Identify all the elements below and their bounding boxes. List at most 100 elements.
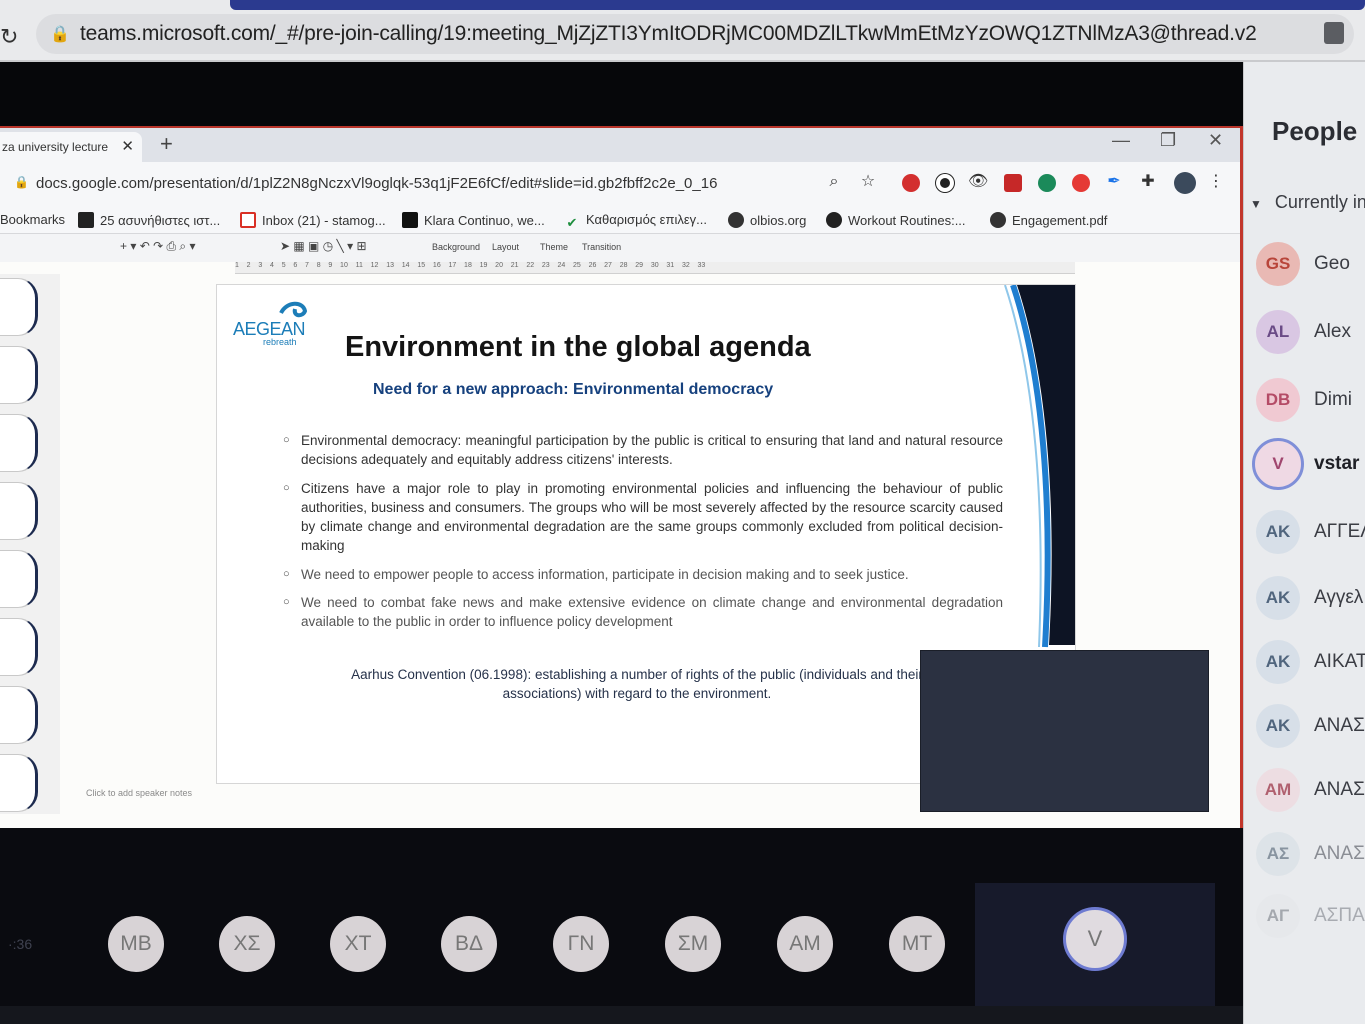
teams-browser-topbar: ↻ 🔒 teams.microsoft.com/_#/pre-join-call… xyxy=(0,0,1365,62)
close-tab-icon[interactable]: ✕ xyxy=(121,137,134,155)
slide-bullet: Environmental democracy: meaningful part… xyxy=(283,431,1003,469)
slide-thumbnail[interactable] xyxy=(0,346,38,404)
speaker-notes-hint[interactable]: Click to add speaker notes xyxy=(86,788,192,798)
participant-row[interactable]: AK ΑΙΚΑΤ xyxy=(1256,640,1365,686)
participant-row[interactable]: AL Alex xyxy=(1256,310,1365,356)
slide-thumbnail[interactable] xyxy=(0,550,38,608)
slide-thumbnail[interactable] xyxy=(0,278,38,336)
extension-circle-icon[interactable] xyxy=(936,174,954,192)
participant-avatar[interactable]: ΓΝ xyxy=(553,916,609,972)
bookmarks-label[interactable]: Bookmarks xyxy=(0,212,65,227)
bookmark-item[interactable]: Engagement.pdf xyxy=(990,212,1107,228)
bookmark-item[interactable]: 25 ασυνήθιστες ιστ... xyxy=(78,212,220,228)
square-icon xyxy=(402,212,418,228)
currently-in-section[interactable]: ▼ Currently in xyxy=(1250,192,1365,213)
pdf-icon[interactable] xyxy=(1004,174,1022,192)
new-slide-icon[interactable]: + ▾ ↶ ↷ ⎙ ⌕ ▾ xyxy=(120,239,196,254)
bookmark-item[interactable]: Klara Continuo, we... xyxy=(402,212,545,228)
section-label: Currently in xyxy=(1274,192,1365,212)
participant-avatar[interactable]: AM xyxy=(777,916,833,972)
participant-avatar[interactable]: MB xyxy=(108,916,164,972)
eye-icon[interactable]: 👁 xyxy=(968,172,988,192)
participant-row[interactable]: DB Dimi xyxy=(1256,378,1365,424)
close-window-icon[interactable]: ✕ xyxy=(1208,130,1223,151)
taskbar-strip xyxy=(0,1006,1243,1024)
participant-row[interactable]: V vstar xyxy=(1252,438,1365,490)
participant-row[interactable]: GS Geo xyxy=(1256,242,1365,288)
puzzle-icon[interactable]: ✚ xyxy=(1138,172,1158,192)
participant-row[interactable]: ΑΣ ΑΝΑΣΤ xyxy=(1256,832,1365,878)
bookmark-item[interactable]: ✔ Καθαρισμός επιλεγ... xyxy=(564,212,707,231)
participant-avatar[interactable]: ΧΣ xyxy=(219,916,275,972)
presenter-video-tile[interactable] xyxy=(920,650,1209,812)
check-icon: ✔ xyxy=(566,215,578,230)
self-video-tile[interactable]: V xyxy=(975,883,1215,1007)
participant-name: ΑΝΑΣΤ xyxy=(1314,715,1365,736)
pen-icon[interactable]: ✒ xyxy=(1104,172,1124,192)
restore-icon[interactable]: ❐ xyxy=(1160,130,1176,151)
avatar: AK xyxy=(1256,640,1300,684)
browser-tab-strip[interactable] xyxy=(230,0,1365,10)
inner-address-toolbar: 🔒 docs.google.com/presentation/d/1plZ2N8… xyxy=(0,162,1240,204)
slide-thumbnail[interactable] xyxy=(0,686,38,744)
participant-row[interactable]: ΑΓ ΑΣΠΑΣ xyxy=(1256,894,1365,940)
slide-bullet: We need to combat fake news and make ext… xyxy=(283,593,1003,631)
profile-avatar[interactable] xyxy=(1174,172,1196,194)
slide-thumbnail[interactable] xyxy=(0,482,38,540)
circle-icon xyxy=(826,212,842,228)
bookmark-item[interactable]: olbios.org xyxy=(728,212,806,228)
participant-row[interactable]: AK Αγγελ xyxy=(1256,576,1365,622)
drop-icon[interactable] xyxy=(1072,174,1090,192)
people-panel-title: People xyxy=(1272,116,1358,146)
participant-row[interactable]: AM ΑΝΑΣΤ xyxy=(1256,768,1365,814)
new-tab-icon[interactable]: + xyxy=(160,131,173,157)
slide-thumbnail[interactable] xyxy=(0,618,38,676)
select-tools-icon[interactable]: ➤ ▦ ▣ ◷ ╲ ▾ ⊞ xyxy=(280,239,367,253)
participant-row[interactable]: AK ΑΝΑΣΤ xyxy=(1256,704,1365,750)
slides-url-text[interactable]: docs.google.com/presentation/d/1plZ2N8gN… xyxy=(36,175,717,192)
lock-icon: 🔒 xyxy=(14,175,29,189)
minimize-icon[interactable]: — xyxy=(1112,130,1130,151)
slide-bullet: Citizens have a major role to play in pr… xyxy=(283,479,1003,555)
teams-url-text: teams.microsoft.com/_#/pre-join-calling/… xyxy=(80,22,1257,45)
participant-name: Geo xyxy=(1314,253,1350,274)
participant-avatar[interactable]: XT xyxy=(330,916,386,972)
bookmark-item[interactable]: Workout Routines:... xyxy=(826,212,966,228)
theme-button[interactable]: Theme xyxy=(540,242,568,252)
grammarly-icon[interactable] xyxy=(1038,174,1056,192)
avatar: AK xyxy=(1256,704,1300,748)
teams-address-bar[interactable]: 🔒 teams.microsoft.com/_#/pre-join-callin… xyxy=(36,14,1354,54)
reload-icon[interactable]: ↻ xyxy=(0,24,18,50)
zoom-icon[interactable]: ⌕ xyxy=(824,172,844,192)
self-avatar: V xyxy=(1063,907,1127,971)
layout-button[interactable]: Layout xyxy=(492,242,519,252)
avatar: V xyxy=(1252,438,1304,490)
participant-name: Αγγελ xyxy=(1314,587,1364,608)
avatar: AL xyxy=(1256,310,1300,354)
participant-name: Alex xyxy=(1314,321,1351,342)
inner-browser-tab[interactable]: za university lecture ✕ xyxy=(0,132,142,162)
slide-filmstrip xyxy=(0,274,60,814)
participant-avatar[interactable]: ΒΔ xyxy=(441,916,497,972)
slide-thumbnail[interactable] xyxy=(0,414,38,472)
background-button[interactable]: Background xyxy=(432,242,480,252)
gmail-icon xyxy=(240,212,256,228)
aegean-logo: AEGEAN rebreath xyxy=(233,301,313,349)
menu-kebab-icon[interactable]: ⋮ xyxy=(1206,172,1226,192)
participant-avatar[interactable]: ΣΜ xyxy=(665,916,721,972)
transition-button[interactable]: Transition xyxy=(582,242,621,252)
extension-icon[interactable] xyxy=(1324,22,1344,44)
avatar: ΑΓ xyxy=(1256,894,1300,938)
bookmark-item[interactable]: Inbox (21) - stamog... xyxy=(240,212,386,228)
bookmarks-bar: Bookmarks 25 ασυνήθιστες ιστ... Inbox (2… xyxy=(0,204,1240,234)
participant-row[interactable]: AK ΑΓΓΕΛ xyxy=(1256,510,1365,556)
participant-avatar[interactable]: MT xyxy=(889,916,945,972)
slide-title: Environment in the global agenda xyxy=(345,331,811,363)
participant-name: ΑΝΑΣΤ xyxy=(1314,843,1365,864)
star-icon[interactable]: ☆ xyxy=(858,172,878,192)
ruler-numbers: 1 2 3 4 5 6 7 8 9 10 11 12 13 14 15 16 1… xyxy=(235,262,706,269)
avatar: AK xyxy=(1256,576,1300,620)
slide-thumbnail[interactable] xyxy=(0,754,38,812)
slide-subtitle: Need for a new approach: Environmental d… xyxy=(373,381,774,398)
adblock-icon[interactable] xyxy=(902,174,920,192)
